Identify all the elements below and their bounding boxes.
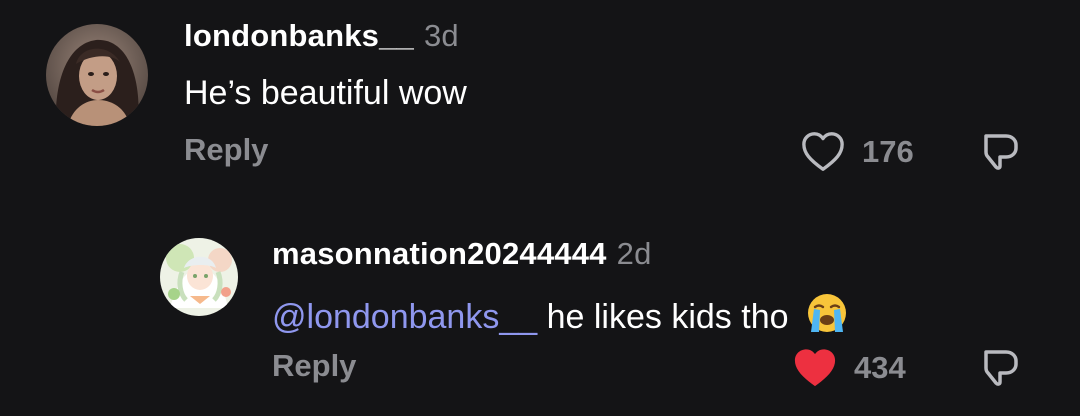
dislike-icon[interactable] bbox=[980, 130, 1020, 174]
heart-icon[interactable] bbox=[800, 130, 846, 174]
mention-link[interactable]: @londonbanks__ bbox=[272, 298, 537, 336]
loudly-crying-face-icon bbox=[807, 294, 846, 332]
timestamp: 3d bbox=[423, 18, 459, 53]
heart-icon-filled[interactable] bbox=[792, 346, 838, 390]
reply-button[interactable]: Reply bbox=[272, 348, 356, 384]
username-text[interactable]: masonnation20244444 bbox=[272, 236, 607, 271]
avatar[interactable] bbox=[160, 238, 238, 316]
username[interactable]: londonbanks__ 3d bbox=[184, 18, 459, 54]
comment-body: he likes kids tho bbox=[537, 298, 789, 336]
avatar-image bbox=[46, 24, 148, 126]
reply-button[interactable]: Reply bbox=[184, 132, 268, 168]
like-group: 434 bbox=[792, 346, 906, 390]
like-group: 176 bbox=[800, 130, 914, 174]
comment: masonnation20244444 2d @londonbanks__ he … bbox=[0, 220, 1080, 416]
at-sign-icon: @ bbox=[272, 298, 307, 336]
mention-text[interactable]: londonbanks__ bbox=[307, 298, 538, 336]
avatar[interactable] bbox=[46, 24, 148, 126]
comment-text: @londonbanks__ he likes kids tho bbox=[272, 292, 848, 337]
dislike-icon[interactable] bbox=[980, 346, 1020, 390]
username-text[interactable]: londonbanks__ bbox=[184, 18, 414, 53]
avatar-image bbox=[160, 238, 238, 316]
username[interactable]: masonnation20244444 2d bbox=[272, 236, 652, 272]
like-count: 434 bbox=[854, 350, 906, 385]
timestamp: 2d bbox=[616, 236, 652, 271]
comment-text: He’s beautiful wow bbox=[184, 74, 467, 112]
like-count: 176 bbox=[862, 134, 914, 169]
comment: londonbanks__ 3d He’s beautiful wow Reply… bbox=[0, 0, 1080, 200]
